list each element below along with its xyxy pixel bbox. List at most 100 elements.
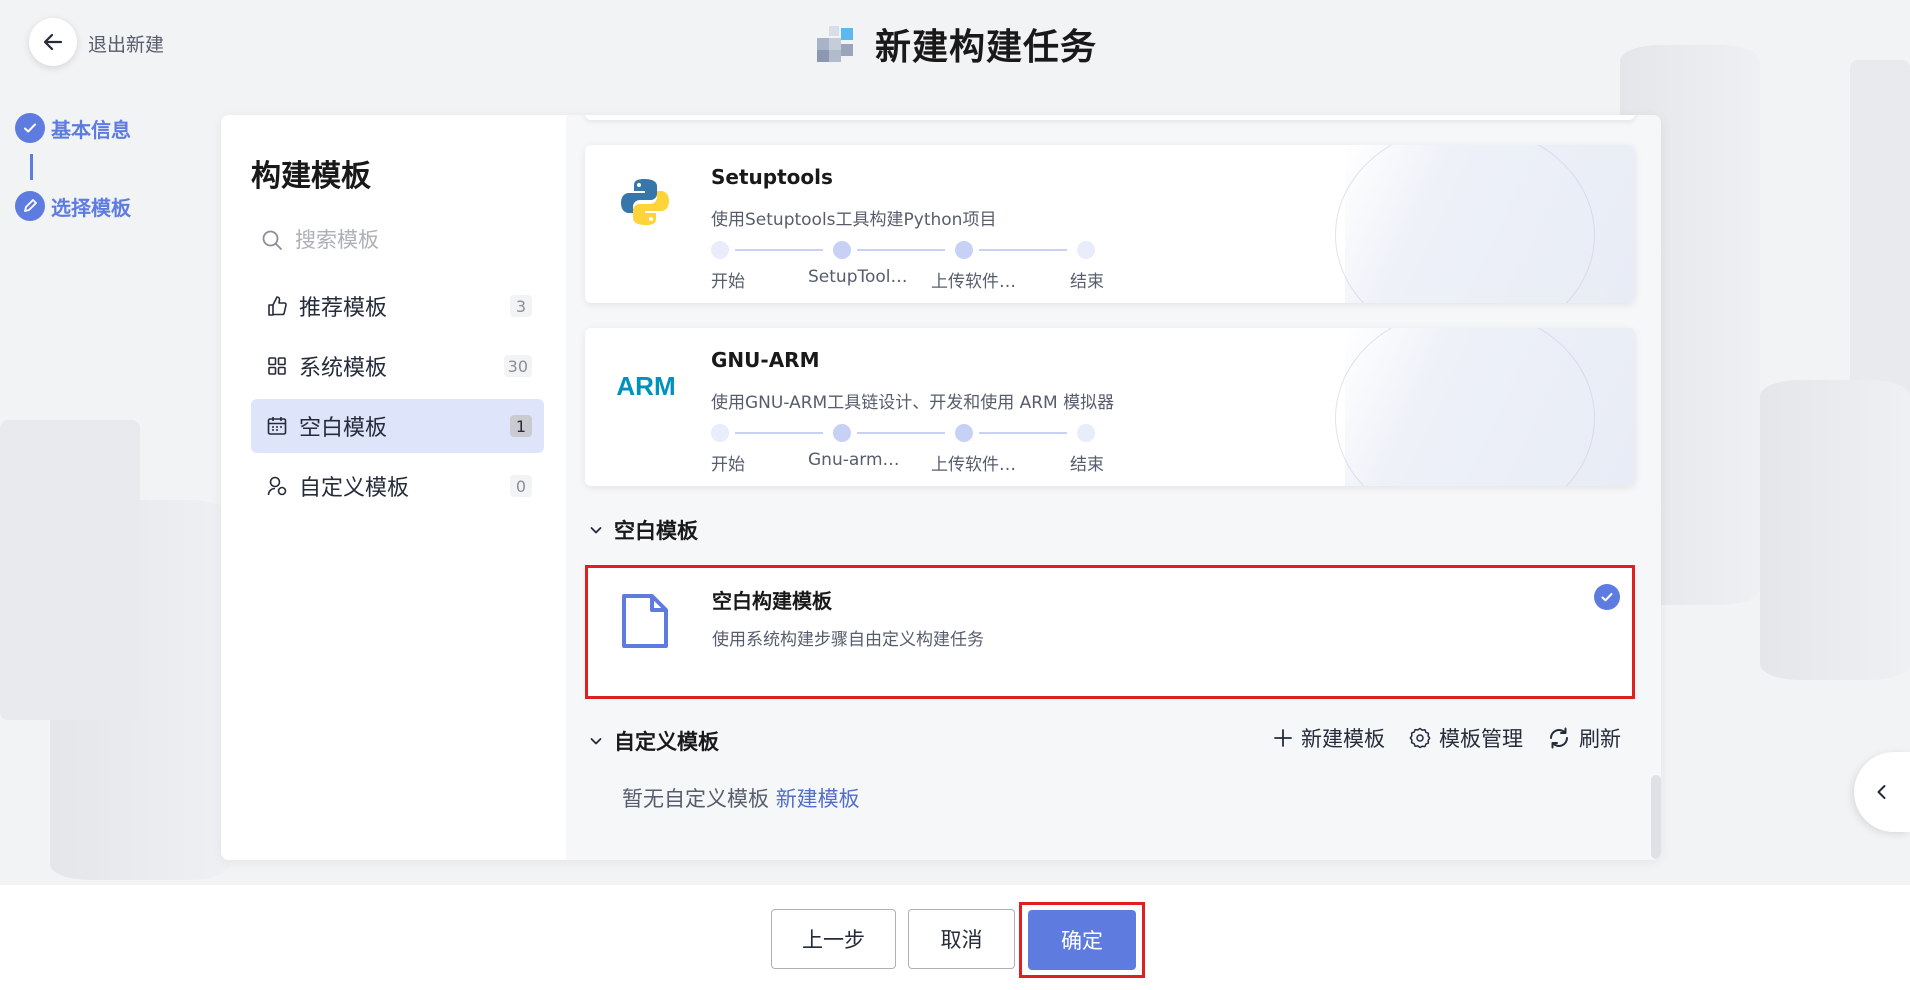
template-card-setuptools[interactable]: Setuptools 使用Setuptools工具构建Python项目 开始 S… bbox=[585, 145, 1635, 303]
template-flow: 开始 SetupTool… 上传软件… 结束 bbox=[711, 237, 1111, 292]
flow-node bbox=[955, 424, 973, 442]
plus-icon bbox=[1274, 729, 1292, 747]
flow-node bbox=[833, 424, 851, 442]
section-title: 空白模板 bbox=[614, 519, 698, 543]
flow-label: 开始 bbox=[711, 455, 745, 475]
category-label: 系统模板 bbox=[299, 356, 388, 381]
template-description: 使用Setuptools工具构建Python项目 bbox=[711, 210, 997, 230]
flow-node bbox=[833, 241, 851, 259]
category-label: 自定义模板 bbox=[299, 476, 410, 501]
page-title: 新建构建任务 bbox=[874, 27, 1097, 68]
cancel-button[interactable]: 取消 bbox=[908, 909, 1015, 969]
category-count: 1 bbox=[510, 415, 532, 437]
template-card-gnu-arm[interactable]: ARM GNU-ARM 使用GNU-ARM工具链设计、开发和使用 ARM 模拟器… bbox=[585, 328, 1635, 486]
flow-node bbox=[1077, 424, 1095, 442]
check-icon bbox=[15, 113, 45, 143]
flow-connector bbox=[979, 432, 1067, 434]
flow-label: 上传软件… bbox=[931, 455, 1016, 475]
step-label: 基本信息 bbox=[51, 117, 131, 142]
previous-step-button[interactable]: 上一步 bbox=[771, 909, 896, 969]
flow-connector bbox=[857, 432, 945, 434]
template-list: Setuptools 使用Setuptools工具构建Python项目 开始 S… bbox=[566, 115, 1661, 860]
template-description: 使用GNU-ARM工具链设计、开发和使用 ARM 模拟器 bbox=[711, 393, 1115, 413]
sidebar-item-system[interactable]: 系统模板 30 bbox=[251, 339, 544, 393]
template-card-blank[interactable]: 空白构建模板 使用系统构建步骤自由定义构建任务 bbox=[585, 565, 1635, 699]
refresh-icon bbox=[1550, 727, 1568, 749]
flow-node bbox=[711, 241, 729, 259]
python-logo-icon bbox=[618, 175, 672, 229]
empty-text: 暂无自定义模板 bbox=[622, 787, 769, 811]
category-label: 空白模板 bbox=[299, 416, 388, 441]
template-flow: 开始 Gnu-arm… 上传软件… 结束 bbox=[711, 420, 1111, 475]
calendar-icon bbox=[265, 414, 289, 438]
template-name: GNU-ARM bbox=[711, 348, 820, 372]
step-label: 选择模板 bbox=[51, 195, 131, 220]
flow-connector bbox=[857, 249, 945, 251]
page-header: 新建构建任务 bbox=[0, 18, 1910, 70]
flow-label: SetupTool… bbox=[808, 267, 908, 287]
flow-label: 开始 bbox=[711, 272, 745, 292]
step-basic-info[interactable]: 基本信息 bbox=[15, 112, 131, 144]
template-name: Setuptools bbox=[711, 165, 833, 189]
action-label: 新建模板 bbox=[1301, 727, 1385, 751]
footer-bar: 上一步 取消 确定 bbox=[0, 885, 1910, 990]
flow-node bbox=[711, 424, 729, 442]
category-label: 推荐模板 bbox=[299, 296, 388, 321]
sidebar-item-recommended[interactable]: 推荐模板 3 bbox=[251, 279, 544, 333]
confirm-button[interactable]: 确定 bbox=[1028, 910, 1136, 970]
arm-logo-icon: ARM bbox=[613, 358, 679, 412]
category-count: 0 bbox=[510, 475, 532, 497]
step-indicator: 基本信息 选择模板 bbox=[15, 112, 131, 222]
search-icon bbox=[262, 230, 282, 250]
flow-connector bbox=[735, 249, 823, 251]
flow-node bbox=[955, 241, 973, 259]
grid-icon bbox=[265, 354, 289, 378]
selected-check-icon bbox=[1594, 584, 1620, 610]
section-custom-header[interactable]: 自定义模板 bbox=[588, 726, 719, 756]
template-card-previous[interactable] bbox=[585, 115, 1635, 120]
template-sidebar: 构建模板 推荐模板 3 系统模板 30 bbox=[221, 115, 566, 860]
flow-label: 结束 bbox=[1070, 455, 1104, 475]
template-description: 使用系统构建步骤自由定义构建任务 bbox=[712, 630, 984, 650]
chevron-down-icon bbox=[590, 738, 602, 745]
gear-icon bbox=[1409, 727, 1431, 749]
flow-label: 结束 bbox=[1070, 272, 1104, 292]
flow-node bbox=[1077, 241, 1095, 259]
flow-connector bbox=[735, 432, 823, 434]
edit-icon bbox=[15, 191, 45, 221]
flow-label: 上传软件… bbox=[931, 272, 1016, 292]
chevron-down-icon bbox=[590, 527, 602, 534]
category-count: 3 bbox=[510, 295, 532, 317]
search-input[interactable] bbox=[295, 228, 515, 252]
action-label: 模板管理 bbox=[1439, 727, 1523, 751]
step-select-template[interactable]: 选择模板 bbox=[15, 190, 131, 222]
card-decoration bbox=[1335, 328, 1595, 486]
card-decoration bbox=[1335, 145, 1595, 303]
thumbs-up-icon bbox=[265, 294, 289, 318]
file-icon bbox=[618, 594, 672, 648]
scrollbar[interactable] bbox=[1651, 775, 1661, 859]
sidebar-title: 构建模板 bbox=[251, 159, 371, 194]
action-label: 刷新 bbox=[1579, 727, 1621, 751]
flow-connector bbox=[979, 249, 1067, 251]
svg-text:ARM: ARM bbox=[616, 371, 675, 401]
custom-empty-state: 暂无自定义模板 新建模板 bbox=[622, 783, 860, 813]
sidebar-item-blank[interactable]: 空白模板 1 bbox=[251, 399, 544, 453]
template-selector: 构建模板 推荐模板 3 系统模板 30 bbox=[221, 115, 1661, 860]
section-title: 自定义模板 bbox=[614, 730, 719, 754]
chevron-left-icon bbox=[1877, 785, 1886, 799]
new-template-button[interactable]: 新建模板 bbox=[1273, 723, 1385, 753]
step-connector bbox=[30, 154, 33, 180]
user-template-icon bbox=[265, 474, 289, 498]
new-template-link[interactable]: 新建模板 bbox=[776, 787, 860, 811]
cubes-logo-icon bbox=[816, 26, 853, 62]
flow-label: Gnu-arm… bbox=[808, 450, 900, 470]
template-name: 空白构建模板 bbox=[712, 589, 832, 613]
template-manage-button[interactable]: 模板管理 bbox=[1409, 723, 1523, 753]
refresh-button[interactable]: 刷新 bbox=[1547, 723, 1621, 753]
confirm-highlight: 确定 bbox=[1019, 902, 1145, 978]
search-box[interactable] bbox=[261, 228, 515, 252]
category-list: 推荐模板 3 系统模板 30 空白模板 1 自定义模板 0 bbox=[251, 279, 544, 519]
section-blank-header[interactable]: 空白模板 bbox=[588, 515, 698, 545]
sidebar-item-custom[interactable]: 自定义模板 0 bbox=[251, 459, 544, 513]
